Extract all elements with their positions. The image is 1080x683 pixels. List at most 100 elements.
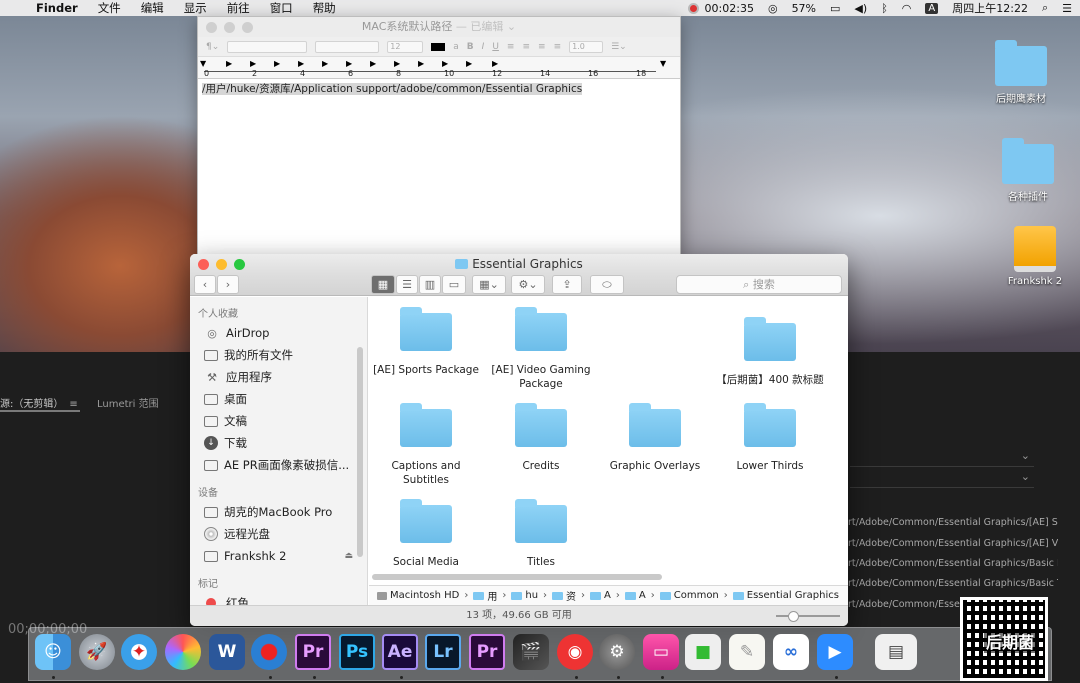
share-icon[interactable]: ⇪: [552, 275, 582, 294]
sidebar-item-all-files[interactable]: 我的所有文件: [190, 344, 367, 366]
tab-stop-icon[interactable]: ▶: [226, 59, 232, 68]
tab-stop-icon[interactable]: ▶: [492, 59, 498, 68]
dock-word-icon[interactable]: W: [209, 634, 245, 670]
desktop-folder[interactable]: 各种插件: [988, 138, 1068, 203]
dock-premiere-icon[interactable]: Pr: [295, 634, 331, 670]
menu-go[interactable]: 前往: [227, 0, 250, 16]
path-item[interactable]: 资: [552, 588, 576, 603]
menu-help[interactable]: 帮助: [313, 0, 336, 16]
bluetooth-icon[interactable]: ᛒ: [881, 2, 888, 15]
premiere-dropdown[interactable]: [850, 449, 1034, 467]
paragraph-style-icon[interactable]: ¶⌄: [206, 42, 219, 52]
dock-after-effects-icon[interactable]: Ae: [382, 634, 418, 670]
eject-icon[interactable]: ⏏: [344, 551, 353, 561]
premiere-tab-source[interactable]: 源:（无剪辑）: [0, 395, 78, 410]
menu-view[interactable]: 显示: [184, 0, 207, 16]
icon-size-slider[interactable]: [776, 611, 840, 622]
sidebar-scrollbar[interactable]: [357, 347, 363, 557]
sidebar-item-remote-disc[interactable]: 远程光盘: [190, 523, 367, 545]
action-gear-icon[interactable]: ⚙⌄: [511, 275, 545, 294]
desktop-folder[interactable]: 后期鹰素材: [981, 40, 1061, 105]
dock-premiere-icon[interactable]: Pr: [469, 634, 505, 670]
dock-recorder-icon[interactable]: [251, 634, 287, 670]
document-text[interactable]: /用户/huke/资源库/Application support/adobe/c…: [202, 83, 583, 95]
icon-view-button[interactable]: ▦: [371, 275, 395, 294]
line-spacing-select[interactable]: 1.0: [569, 40, 604, 53]
dock-preview-icon[interactable]: ▤: [875, 634, 917, 670]
tab-stop-icon[interactable]: ▶: [418, 59, 424, 68]
tab-stop-icon[interactable]: ▼: [200, 59, 206, 68]
minimize-button[interactable]: [224, 22, 235, 33]
dock-zoom-icon[interactable]: ▶: [817, 634, 853, 670]
font-style-select[interactable]: [315, 40, 380, 53]
highlight-color-icon[interactable]: a: [453, 42, 459, 52]
dock-screen-icon[interactable]: ▭: [643, 634, 679, 670]
font-size-select[interactable]: 12: [387, 40, 424, 53]
tab-stop-icon[interactable]: ▶: [346, 59, 352, 68]
dock-baidu-netdisk-icon[interactable]: ∞: [773, 634, 809, 670]
desktop-drive[interactable]: Frankshk 2: [995, 226, 1075, 287]
close-button[interactable]: [198, 259, 209, 270]
folder-item[interactable]: Graphic Overlays: [598, 401, 712, 473]
tab-stop-icon[interactable]: ▶: [394, 59, 400, 68]
sidebar-item-macbook[interactable]: 胡克的MacBook Pro: [190, 501, 367, 523]
cover-flow-button[interactable]: ▭: [442, 275, 466, 294]
premiere-dropdown[interactable]: [850, 470, 1034, 488]
search-field[interactable]: ⌕ 搜索: [676, 275, 842, 294]
path-item[interactable]: Macintosh HD: [377, 590, 459, 601]
zoom-button[interactable]: [242, 22, 253, 33]
sidebar-item-downloads[interactable]: ↓ 下载: [190, 432, 367, 454]
forward-button[interactable]: ›: [217, 275, 239, 294]
bold-button[interactable]: B: [467, 42, 474, 52]
folder-item[interactable]: Lower Thirds: [713, 401, 827, 473]
clock[interactable]: 周四上午12:22: [952, 0, 1028, 16]
textedit-ruler[interactable]: ▼ ▶ ▶ ▶ ▶ ▶ ▶ ▶ ▶ ▶ ▶ ▶ ▶ ▼ 0 2 4 6 8 10…: [198, 57, 680, 79]
menu-window[interactable]: 窗口: [270, 0, 293, 16]
premiere-tab-lumetri[interactable]: Lumetri 范围: [97, 395, 159, 410]
app-menu[interactable]: Finder: [36, 1, 78, 15]
right-margin-icon[interactable]: ▼: [660, 59, 666, 68]
sidebar-item-folder[interactable]: AE PR画面像素破损信...: [190, 454, 367, 476]
dock-system-preferences-icon[interactable]: ⚙: [599, 634, 635, 670]
font-family-select[interactable]: [227, 40, 308, 53]
minimize-button[interactable]: [216, 259, 227, 270]
textedit-document[interactable]: /用户/huke/资源库/Application support/adobe/c…: [198, 79, 680, 98]
creative-cloud-icon[interactable]: ◎: [768, 2, 778, 15]
input-method-icon[interactable]: A: [925, 2, 939, 14]
sidebar-item-frankshk[interactable]: Frankshk 2 ⏏: [190, 545, 367, 567]
close-button[interactable]: [206, 22, 217, 33]
sidebar-item-airdrop[interactable]: ◎ AirDrop: [190, 322, 367, 344]
path-item[interactable]: hu: [511, 590, 538, 601]
folder-item[interactable]: [AE] Video Gaming Package: [484, 305, 598, 391]
dock-notes-icon[interactable]: ✎: [729, 634, 765, 670]
dock-netease-music-icon[interactable]: ◉: [557, 634, 593, 670]
align-right-icon[interactable]: ≡: [538, 42, 546, 52]
path-item[interactable]: A: [590, 590, 611, 601]
folder-item[interactable]: Credits: [484, 401, 598, 473]
finder-titlebar[interactable]: Essential Graphics: [190, 254, 848, 274]
tags-icon[interactable]: ⬭: [590, 275, 624, 294]
notification-center-icon[interactable]: ☰: [1062, 2, 1072, 15]
text-color-swatch[interactable]: [431, 42, 446, 51]
column-view-button[interactable]: ▥: [419, 275, 441, 294]
record-indicator-icon[interactable]: [687, 2, 699, 14]
sidebar-item-tag-red[interactable]: 红色: [190, 592, 367, 605]
wifi-icon[interactable]: ◠: [902, 2, 912, 15]
menu-edit[interactable]: 编辑: [141, 0, 164, 16]
path-item[interactable]: 用: [473, 588, 497, 603]
list-style-icon[interactable]: ☰⌄: [611, 42, 627, 52]
folder-item[interactable]: Captions and Subtitles: [369, 401, 483, 487]
tab-stop-icon[interactable]: ▶: [274, 59, 280, 68]
arrange-button[interactable]: ▦⌄: [472, 275, 506, 294]
back-button[interactable]: ‹: [194, 275, 216, 294]
textedit-titlebar[interactable]: MAC系统默认路径 — 已编辑 ⌄: [198, 17, 680, 37]
tab-stop-icon[interactable]: ▶: [442, 59, 448, 68]
list-view-button[interactable]: ☰: [396, 275, 418, 294]
underline-button[interactable]: U: [492, 42, 499, 52]
path-item[interactable]: Common: [659, 590, 719, 601]
folder-item[interactable]: 【后期菌】400 款标题: [713, 315, 827, 387]
tab-stop-icon[interactable]: ▶: [250, 59, 256, 68]
sidebar-item-applications[interactable]: ⚒ 应用程序: [190, 366, 367, 388]
folder-item[interactable]: Titles: [484, 497, 598, 569]
tab-stop-icon[interactable]: ▶: [322, 59, 328, 68]
